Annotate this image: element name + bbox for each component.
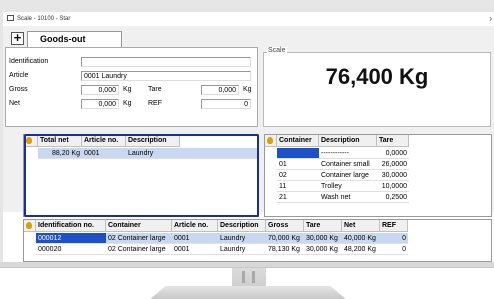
table-cell[interactable]: 0001 <box>82 148 126 159</box>
tare-label: Tare <box>148 86 162 93</box>
scale-app-icon <box>7 15 14 21</box>
net-input[interactable]: 0,000 <box>81 99 119 109</box>
title-bar: Scale - 10100 - Star <box>3 12 494 26</box>
table-cell[interactable]: 02 Container large <box>106 244 172 255</box>
column-header[interactable]: Gross <box>266 220 304 232</box>
table-cell[interactable]: 11 <box>277 181 319 192</box>
table-cell[interactable]: ------------ <box>319 148 377 159</box>
article-totals-table: Total net Article no. Description 88,20 … <box>23 134 259 217</box>
table-cell[interactable]: 0 <box>380 233 408 244</box>
table-cell[interactable] <box>277 148 319 159</box>
net-label: Net <box>9 100 20 107</box>
column-header[interactable]: Identification no. <box>36 220 106 232</box>
tab-goods-out[interactable]: Goods-out <box>27 31 122 47</box>
table-cell[interactable]: 10,0000 <box>377 181 409 192</box>
table-cell-empty[interactable] <box>180 148 258 159</box>
table-cell[interactable]: 30,0000 <box>377 170 409 181</box>
column-header[interactable]: Article no. <box>82 135 126 147</box>
table-cell[interactable]: 30,000 Kg <box>304 233 342 244</box>
column-header[interactable]: Container <box>277 135 319 147</box>
table-cell[interactable]: 000012 <box>36 233 106 244</box>
monitor-stand-base <box>150 286 346 299</box>
column-header[interactable]: Description <box>319 135 377 147</box>
table-cell[interactable]: Wash net <box>319 192 377 203</box>
table-cell[interactable]: 01 <box>277 159 319 170</box>
table-cell[interactable]: 02 Container large <box>106 233 172 244</box>
table-cell[interactable]: Laundry <box>218 233 266 244</box>
column-header[interactable]: Description <box>126 135 180 147</box>
table-cell[interactable]: 26,0000 <box>377 159 409 170</box>
net-unit: Kg <box>123 100 132 107</box>
scale-label: Scale <box>267 47 287 54</box>
table-cell[interactable]: 30,000 Kg <box>304 244 342 255</box>
column-header[interactable]: Article no. <box>172 220 218 232</box>
ref-input[interactable]: 0 <box>201 99 251 109</box>
table-cell[interactable]: 0001 <box>172 244 218 255</box>
column-header[interactable]: Container <box>106 220 172 232</box>
tare-unit: Kg <box>243 86 252 93</box>
column-header[interactable]: Net <box>342 220 380 232</box>
pin-header[interactable] <box>24 135 38 147</box>
table-cell[interactable]: 88,20 Kg <box>38 148 82 159</box>
pin-icon <box>26 137 32 144</box>
identification-input[interactable] <box>81 57 251 67</box>
ref-label: REF <box>148 100 162 107</box>
stand-slot <box>252 271 255 283</box>
table-cell[interactable]: 0,2500 <box>377 192 409 203</box>
table-cell[interactable]: 0,0000 <box>377 148 409 159</box>
monitor-stand-neck <box>232 268 266 286</box>
table-cell[interactable]: Trolley <box>319 181 377 192</box>
table-cell[interactable]: 0001 <box>172 233 218 244</box>
close-icon[interactable]: › <box>489 14 492 23</box>
container-table: Container Description Tare ------------ … <box>264 134 492 217</box>
window-title: Scale - 10100 - Star <box>17 16 71 22</box>
table-cell[interactable]: 000020 <box>36 244 106 255</box>
pin-header[interactable] <box>24 220 36 232</box>
table-cell[interactable]: Container small <box>319 159 377 170</box>
tare-input[interactable]: 0,000 <box>201 85 239 95</box>
table-cell[interactable]: 48,200 Kg <box>342 244 380 255</box>
table-cell[interactable]: 78,130 Kg <box>266 244 304 255</box>
column-header[interactable]: Tare <box>304 220 342 232</box>
table-cell[interactable]: Container large <box>319 170 377 181</box>
table-cell[interactable]: 70,000 Kg <box>266 233 304 244</box>
column-header[interactable]: Description <box>218 220 266 232</box>
gross-label: Gross <box>9 86 28 93</box>
stand-slot <box>242 271 245 283</box>
table-cell[interactable]: 0 <box>380 244 408 255</box>
pin-icon <box>267 137 273 144</box>
pin-header[interactable] <box>265 135 277 147</box>
table-cell[interactable]: 21 <box>277 192 319 203</box>
table-cell[interactable]: 40,000 Kg <box>342 233 380 244</box>
table-cell[interactable]: 02 <box>277 170 319 181</box>
column-header[interactable]: Total net <box>38 135 82 147</box>
weighings-table: Identification no. Container Article no.… <box>23 219 492 262</box>
add-button[interactable]: + <box>11 31 24 45</box>
pin-icon <box>26 222 32 229</box>
article-input[interactable]: 0001 Laundry <box>81 71 251 81</box>
column-header[interactable]: Tare <box>377 135 409 147</box>
scale-reading: 76,400 Kg <box>325 64 429 89</box>
table-cell[interactable]: Laundry <box>218 244 266 255</box>
gross-unit: Kg <box>123 86 132 93</box>
table-cell[interactable]: Laundry <box>126 148 180 159</box>
gross-input[interactable]: 0,000 <box>81 85 119 95</box>
article-label: Article <box>9 72 29 79</box>
app-window: Scale - 10100 - Star › + Goods-out Ident… <box>3 12 494 262</box>
monitor-frame: Scale - 10100 - Star › + Goods-out Ident… <box>0 0 494 265</box>
identification-label: Identification <box>9 58 49 65</box>
column-header[interactable]: REF <box>380 220 408 232</box>
